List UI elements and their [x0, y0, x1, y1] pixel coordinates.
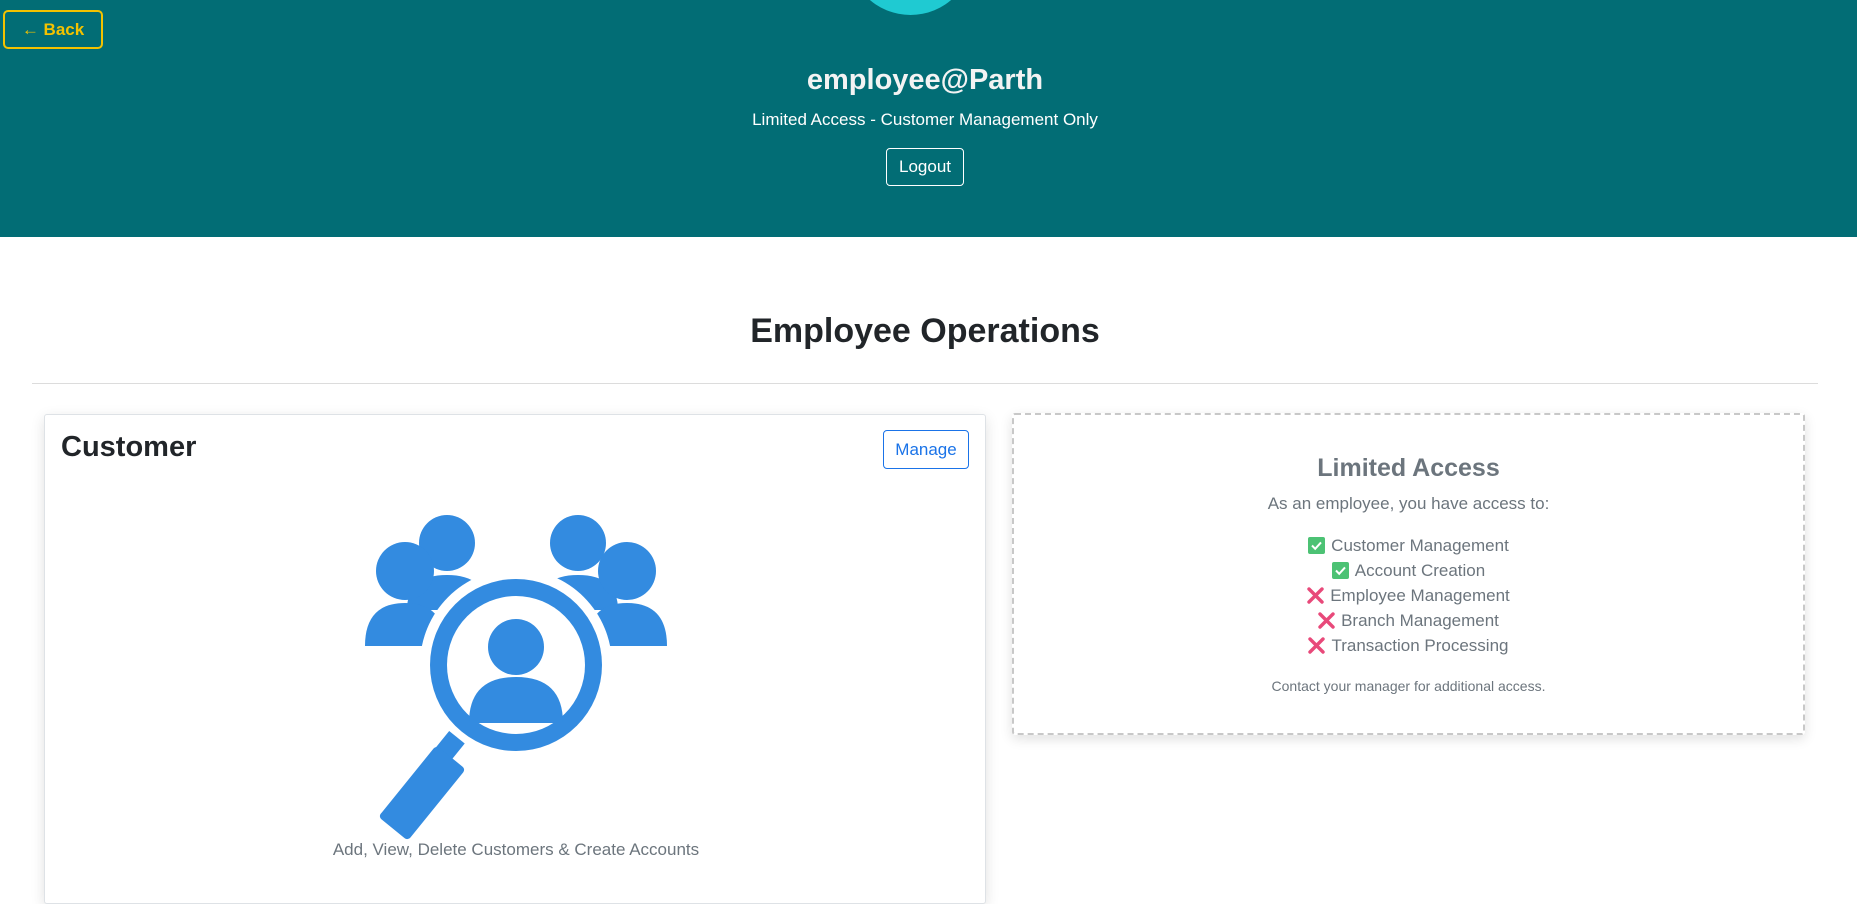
divider	[32, 383, 1818, 384]
access-list: Customer Management Account Creation Emp…	[1014, 533, 1803, 658]
check-icon	[1331, 562, 1349, 579]
customer-search-icon	[365, 515, 667, 840]
avatar	[848, 0, 973, 15]
access-item-label: Employee Management	[1330, 585, 1510, 605]
manage-button[interactable]: Manage	[883, 430, 969, 469]
card-description: Add, View, Delete Customers & Create Acc…	[332, 840, 700, 859]
list-item: Employee Management	[1014, 583, 1803, 608]
profile-header: ← Back employee@Parth Limited Access - C…	[0, 0, 1857, 237]
access-title: Limited Access	[1317, 454, 1500, 482]
cross-icon	[1318, 612, 1335, 629]
page-title: Employee Operations	[750, 312, 1100, 350]
check-icon	[1308, 537, 1326, 554]
list-item: Branch Management	[1014, 608, 1803, 633]
card-title: Customer	[61, 431, 197, 463]
cross-icon	[1307, 587, 1324, 604]
access-item-label: Branch Management	[1341, 610, 1499, 630]
list-item: Account Creation	[1014, 558, 1803, 583]
back-button[interactable]: ← Back	[3, 10, 103, 49]
limited-access-panel: Limited Access As an employee, you have …	[1012, 413, 1805, 735]
access-intro: As an employee, you have access to:	[1267, 494, 1550, 513]
access-footer-note: Contact your manager for additional acce…	[1271, 678, 1546, 694]
access-level-text: Limited Access - Customer Management Onl…	[752, 110, 1098, 129]
customer-card: Customer Manage Add, View, Delete Custom…	[44, 414, 986, 904]
access-item-label: Transaction Processing	[1331, 635, 1509, 655]
cross-icon	[1308, 637, 1326, 654]
access-item-label: Customer Management	[1331, 535, 1509, 555]
list-item: Transaction Processing	[1014, 633, 1803, 658]
logout-button[interactable]: Logout	[886, 148, 964, 186]
access-item-label: Account Creation	[1354, 560, 1486, 580]
username-heading: employee@Parth	[806, 64, 1044, 96]
list-item: Customer Management	[1014, 533, 1803, 558]
